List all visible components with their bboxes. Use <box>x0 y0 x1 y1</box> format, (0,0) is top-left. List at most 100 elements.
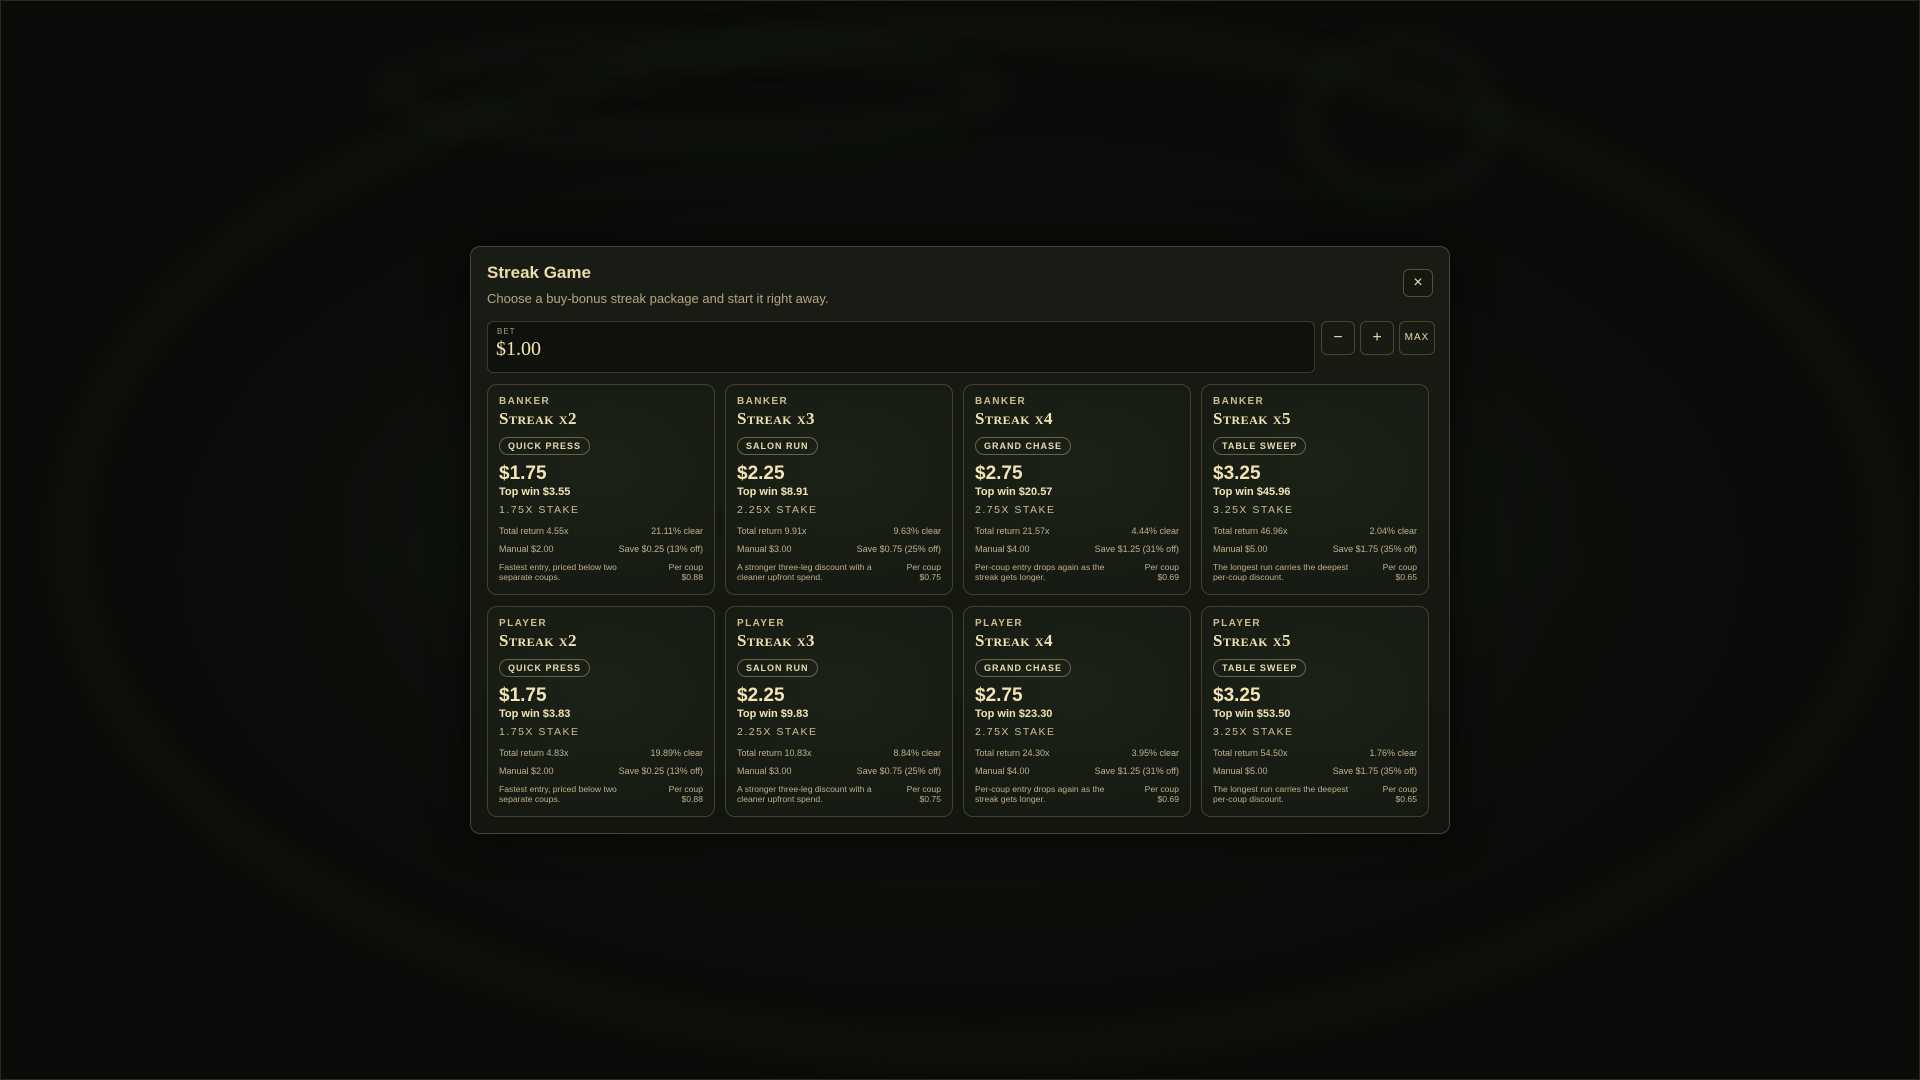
card-manual-cost: Manual $5.00 <box>1213 766 1268 776</box>
card-top-win: Top win $20.57 <box>975 486 1053 498</box>
card-side: PLAYER <box>737 618 786 629</box>
card-side: BANKER <box>1213 396 1265 407</box>
card-savings: Save $0.25 (13% off) <box>618 766 703 776</box>
per-coup-value: $0.69 <box>1157 572 1179 582</box>
card-stake: 1.75X STAKE <box>499 504 580 516</box>
bet-label: BET <box>497 327 516 336</box>
card-description: Per-coup entry drops again as the streak… <box>975 784 1105 804</box>
card-description: Fastest entry, priced below two separate… <box>499 784 617 804</box>
card-total-return: Total return 24.30x <box>975 748 1050 758</box>
streak-card-banker-x3[interactable]: BANKER Streak x3 SALON RUN $2.25 Top win… <box>725 384 953 595</box>
card-stake: 2.25X STAKE <box>737 726 818 738</box>
card-price: $2.75 <box>975 685 1023 706</box>
decrease-bet-button[interactable]: − <box>1321 321 1355 355</box>
card-tag-badge: TABLE SWEEP <box>1213 437 1307 455</box>
card-total-return: Total return 4.55x <box>499 526 569 536</box>
card-name: Streak x2 <box>499 409 578 428</box>
card-savings: Save $0.25 (13% off) <box>618 544 703 554</box>
card-price: $1.75 <box>499 685 547 706</box>
card-per-coup: Per coup $0.69 <box>1129 784 1179 804</box>
card-stake: 1.75X STAKE <box>499 726 580 738</box>
per-coup-label: Per coup <box>906 784 941 794</box>
per-coup-value: $0.88 <box>681 794 703 804</box>
streak-card-player-x5[interactable]: PLAYER Streak x5 TABLE SWEEP $3.25 Top w… <box>1201 606 1429 817</box>
per-coup-value: $0.75 <box>919 572 941 582</box>
card-stake: 2.75X STAKE <box>975 726 1056 738</box>
card-clear-rate: 4.44% clear <box>1131 526 1179 536</box>
card-per-coup: Per coup $0.65 <box>1367 784 1417 804</box>
card-tag-badge: SALON RUN <box>737 659 818 677</box>
card-per-coup: Per coup $0.88 <box>653 562 703 582</box>
card-tag-badge: GRAND CHASE <box>975 437 1072 455</box>
card-per-coup: Per coup $0.69 <box>1129 562 1179 582</box>
card-price: $2.25 <box>737 685 785 706</box>
card-description: The longest run carries the deepest per-… <box>1213 784 1349 804</box>
card-name: Streak x3 <box>737 409 816 428</box>
card-savings: Save $0.75 (25% off) <box>856 766 941 776</box>
card-total-return: Total return 21.57x <box>975 526 1050 536</box>
card-tag-badge: SALON RUN <box>737 437 818 455</box>
bet-value[interactable]: $1.00 <box>496 338 541 361</box>
card-savings: Save $1.25 (31% off) <box>1094 544 1179 554</box>
card-savings: Save $0.75 (25% off) <box>856 544 941 554</box>
card-price: $1.75 <box>499 463 547 484</box>
per-coup-value: $0.88 <box>681 572 703 582</box>
per-coup-value: $0.65 <box>1395 572 1417 582</box>
card-per-coup: Per coup $0.75 <box>891 784 941 804</box>
card-total-return: Total return 10.83x <box>737 748 812 758</box>
modal-subtitle: Choose a buy-bonus streak package and st… <box>487 291 829 306</box>
card-price: $2.75 <box>975 463 1023 484</box>
card-stake: 3.25X STAKE <box>1213 726 1294 738</box>
close-button[interactable]: × <box>1403 269 1433 297</box>
card-manual-cost: Manual $2.00 <box>499 766 554 776</box>
table-arc-decoration <box>1301 41 1497 197</box>
per-coup-label: Per coup <box>1382 562 1417 572</box>
streak-card-banker-x5[interactable]: BANKER Streak x5 TABLE SWEEP $3.25 Top w… <box>1201 384 1429 595</box>
streak-card-banker-x4[interactable]: BANKER Streak x4 GRAND CHASE $2.75 Top w… <box>963 384 1191 595</box>
card-name: Streak x5 <box>1213 409 1292 428</box>
card-clear-rate: 19.89% clear <box>650 748 703 758</box>
max-bet-button[interactable]: MAX <box>1399 321 1435 355</box>
card-manual-cost: Manual $2.00 <box>499 544 554 554</box>
per-coup-label: Per coup <box>1382 784 1417 794</box>
card-price: $3.25 <box>1213 685 1261 706</box>
card-side: BANKER <box>975 396 1027 407</box>
card-manual-cost: Manual $4.00 <box>975 544 1030 554</box>
card-top-win: Top win $45.96 <box>1213 486 1291 498</box>
streak-card-banker-x2[interactable]: BANKER Streak x2 QUICK PRESS $1.75 Top w… <box>487 384 715 595</box>
card-manual-cost: Manual $4.00 <box>975 766 1030 776</box>
card-total-return: Total return 4.83x <box>499 748 569 758</box>
card-manual-cost: Manual $3.00 <box>737 544 792 554</box>
card-name: Streak x4 <box>975 409 1054 428</box>
card-clear-rate: 21.11% clear <box>651 526 703 536</box>
card-manual-cost: Manual $5.00 <box>1213 544 1268 554</box>
card-tag-badge: QUICK PRESS <box>499 437 591 455</box>
minus-icon: − <box>1333 329 1343 346</box>
card-manual-cost: Manual $3.00 <box>737 766 792 776</box>
streak-card-player-x3[interactable]: PLAYER Streak x3 SALON RUN $2.25 Top win… <box>725 606 953 817</box>
bet-field[interactable]: BET $1.00 <box>487 321 1315 373</box>
card-description: The longest run carries the deepest per-… <box>1213 562 1349 582</box>
card-side: BANKER <box>499 396 551 407</box>
card-price: $2.25 <box>737 463 785 484</box>
card-side: PLAYER <box>1213 618 1262 629</box>
card-clear-rate: 8.84% clear <box>893 748 941 758</box>
per-coup-label: Per coup <box>906 562 941 572</box>
card-description: A stronger three-leg discount with a cle… <box>737 562 872 582</box>
streak-card-player-x2[interactable]: PLAYER Streak x2 QUICK PRESS $1.75 Top w… <box>487 606 715 817</box>
card-side: PLAYER <box>499 618 548 629</box>
card-per-coup: Per coup $0.75 <box>891 562 941 582</box>
card-price: $3.25 <box>1213 463 1261 484</box>
card-stake: 3.25X STAKE <box>1213 504 1294 516</box>
card-savings: Save $1.75 (35% off) <box>1332 766 1417 776</box>
card-total-return: Total return 9.91x <box>737 526 807 536</box>
card-description: A stronger three-leg discount with a cle… <box>737 784 872 804</box>
card-description: Per-coup entry drops again as the streak… <box>975 562 1105 582</box>
card-total-return: Total return 54.50x <box>1213 748 1288 758</box>
card-per-coup: Per coup $0.88 <box>653 784 703 804</box>
per-coup-label: Per coup <box>668 784 703 794</box>
streak-card-player-x4[interactable]: PLAYER Streak x4 GRAND CHASE $2.75 Top w… <box>963 606 1191 817</box>
per-coup-value: $0.69 <box>1157 794 1179 804</box>
card-name: Streak x5 <box>1213 631 1292 650</box>
increase-bet-button[interactable]: + <box>1360 321 1394 355</box>
